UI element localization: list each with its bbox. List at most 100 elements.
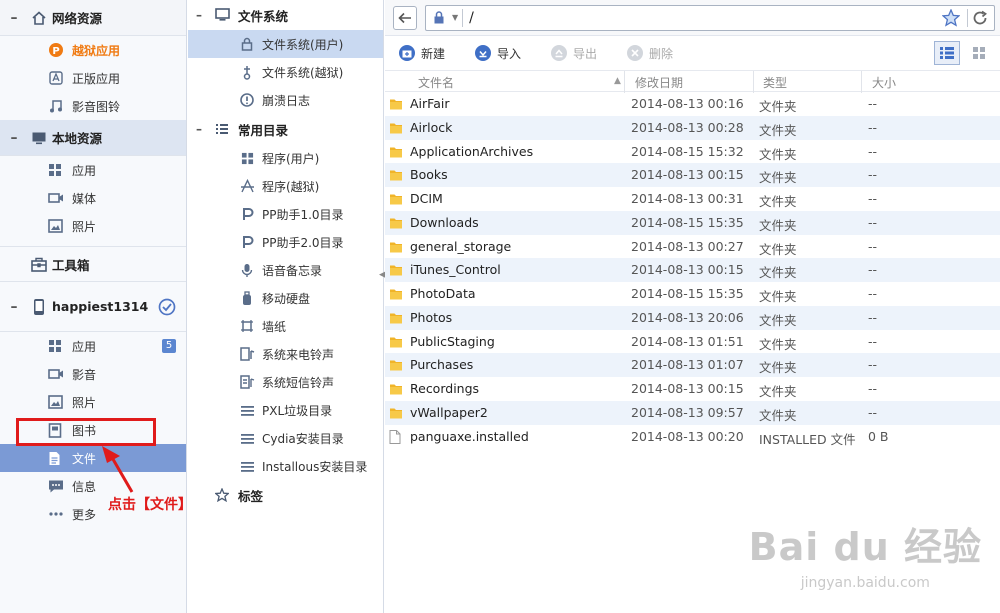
import-icon xyxy=(475,45,492,61)
sidebar-section-local[interactable]: – 本地资源 xyxy=(0,120,186,156)
table-row[interactable]: vWallpaper2 2014-08-13 09:57 文件夹 -- xyxy=(385,400,1000,425)
sidebar-section-label: 网络资源 xyxy=(52,11,103,26)
grid-view-button[interactable] xyxy=(966,41,992,65)
sidebar-item-jailbreak-apps[interactable]: P 越狱应用 xyxy=(0,36,186,64)
table-row[interactable]: AirFair 2014-08-13 00:16 文件夹 -- xyxy=(385,92,1000,116)
new-folder-icon xyxy=(399,45,415,61)
sidebar-item-label: 影音图铃 xyxy=(72,99,121,114)
column-resizer[interactable] xyxy=(753,71,754,93)
table-row[interactable]: PublicStaging 2014-08-13 01:51 文件夹 -- xyxy=(385,330,1000,354)
file-modified-date: 2014-08-15 15:35 xyxy=(631,286,744,301)
table-row[interactable]: iTunes_Control 2014-08-13 00:15 文件夹 -- xyxy=(385,258,1000,282)
sidebar-item-device-photos[interactable]: 照片 xyxy=(0,388,186,416)
tree-item-pp2-dir[interactable]: PP助手2.0目录 xyxy=(188,228,383,256)
tree-section-bookmarks[interactable]: 标签 xyxy=(188,480,383,510)
collapse-icon[interactable]: – xyxy=(0,130,28,146)
sidebar-item-local-apps[interactable]: 应用 xyxy=(0,156,186,184)
tree-item-pxl-trash-dir[interactable]: PXL垃圾目录 xyxy=(188,396,383,424)
tree-item-wallpaper[interactable]: 墙纸 xyxy=(188,312,383,340)
file-size: -- xyxy=(868,96,878,111)
column-header-size[interactable]: 大小 xyxy=(872,74,896,91)
table-row[interactable]: panguaxe.installed 2014-08-13 00:20 INSTAL… xyxy=(385,425,1000,449)
usb-drive-icon xyxy=(238,290,256,306)
table-row[interactable]: Recordings 2014-08-13 00:15 文件夹 -- xyxy=(385,377,1000,401)
tree-item-pp1-dir[interactable]: PP助手1.0目录 xyxy=(188,200,383,228)
bookmark-star-icon[interactable] xyxy=(941,7,961,30)
chat-icon xyxy=(48,479,68,494)
new-button[interactable]: 新建 xyxy=(399,45,445,62)
sidebar-item-label: 应用 xyxy=(72,163,97,178)
video-camera-icon xyxy=(48,367,68,381)
column-header-date[interactable]: 修改日期 xyxy=(635,74,683,91)
sidebar-section-device[interactable]: – happiest1314 xyxy=(0,282,186,332)
star-icon xyxy=(212,488,232,502)
collapse-icon[interactable]: – xyxy=(196,122,210,136)
file-modified-date: 2014-08-13 00:31 xyxy=(631,191,744,206)
file-size: -- xyxy=(868,238,878,254)
file-name: ApplicationArchives xyxy=(410,143,534,159)
import-button[interactable]: 导入 xyxy=(475,45,521,62)
tree-item-user-filesystem[interactable]: 文件系统(用户) xyxy=(188,30,383,58)
tree-item-jailbreak-programs[interactable]: 程序(越狱) xyxy=(188,172,383,200)
file-list: AirFair 2014-08-13 00:16 文件夹 -- Airlock 2014-… xyxy=(385,92,1000,448)
refresh-icon[interactable] xyxy=(971,9,989,30)
column-resizer[interactable] xyxy=(624,71,625,93)
table-row[interactable]: Books 2014-08-13 00:15 文件夹 -- xyxy=(385,163,1000,187)
tree-item-voice-memos[interactable]: 语音备忘录 xyxy=(188,256,383,284)
file-size: -- xyxy=(868,143,878,159)
folder-icon xyxy=(389,145,403,162)
annotation-arrow-icon xyxy=(102,446,134,493)
file-size: -- xyxy=(868,381,878,396)
sidebar-item-device-apps[interactable]: 应用 5 xyxy=(0,332,186,360)
tree-item-user-programs[interactable]: 程序(用户) xyxy=(188,144,383,172)
table-row[interactable]: general_storage 2014-08-13 00:27 文件夹 -- xyxy=(385,235,1000,259)
tree-item-sms-ringtones[interactable]: 系统短信铃声 xyxy=(188,368,383,396)
file-modified-date: 2014-08-13 09:57 xyxy=(631,404,744,420)
list-icon xyxy=(212,123,232,135)
document-icon xyxy=(48,451,68,466)
folder-icon xyxy=(389,335,403,352)
collapse-icon[interactable]: – xyxy=(196,8,210,22)
sidebar-item-local-media[interactable]: 媒体 xyxy=(0,184,186,212)
svg-text:P: P xyxy=(52,46,59,57)
collapse-icon[interactable]: – xyxy=(0,10,28,26)
table-row[interactable]: Photos 2014-08-13 20:06 文件夹 -- xyxy=(385,305,1000,330)
sidebar-section-network[interactable]: – 网络资源 xyxy=(0,0,186,36)
sidebar-item-media-ringtones[interactable]: 影音图铃 xyxy=(0,92,186,120)
tree-item-installous-dir[interactable]: Installous安装目录 xyxy=(188,452,383,480)
path-field[interactable]: ▼ / xyxy=(425,4,995,31)
table-row[interactable]: Airlock 2014-08-13 00:28 文件夹 -- xyxy=(385,115,1000,140)
sidebar-item-label: 更多 xyxy=(72,507,97,522)
back-button[interactable] xyxy=(393,5,417,30)
file-type: 文件夹 xyxy=(759,194,797,209)
table-row[interactable]: Downloads 2014-08-15 15:35 文件夹 -- xyxy=(385,210,1000,235)
sidebar-item-device-media[interactable]: 影音 xyxy=(0,360,186,388)
tree-section-filesystem[interactable]: – 文件系统 xyxy=(188,0,383,30)
tree-item-call-ringtones[interactable]: 系统来电铃声 xyxy=(188,340,383,368)
sms-ringtone-icon xyxy=(238,375,256,389)
column-header-name[interactable]: 文件名 xyxy=(418,74,454,91)
tree-item-jailbreak-filesystem[interactable]: 文件系统(越狱) xyxy=(188,58,383,86)
export-button[interactable]: 导出 xyxy=(551,45,597,62)
tree-item-crash-logs[interactable]: 崩溃日志 xyxy=(188,86,383,114)
file-type: 文件夹 xyxy=(759,336,797,352)
sidebar-section-toolbox[interactable]: 工具箱 xyxy=(0,246,186,282)
tree-section-common[interactable]: – 常用目录 xyxy=(188,114,383,144)
column-header-type[interactable]: 类型 xyxy=(763,74,787,91)
table-row[interactable]: ApplicationArchives 2014-08-15 15:32 文件夹 -- xyxy=(385,140,1000,164)
chevron-down-icon[interactable]: ▼ xyxy=(452,13,458,22)
sidebar-item-local-photos[interactable]: 照片 xyxy=(0,212,186,240)
table-row[interactable]: Purchases 2014-08-13 01:07 文件夹 -- xyxy=(385,353,1000,377)
tree-item-usb-drive[interactable]: 移动硬盘 xyxy=(188,284,383,312)
delete-button[interactable]: 删除 xyxy=(627,45,673,62)
ringtone-icon xyxy=(238,347,256,361)
list-view-button[interactable] xyxy=(934,41,960,65)
tree-item-cydia-install-dir[interactable]: Cydia安装目录 xyxy=(188,424,383,452)
sidebar-item-official-apps[interactable]: 正版应用 xyxy=(0,64,186,92)
tree-item-label: 程序(越狱) xyxy=(262,179,320,194)
table-row[interactable]: PhotoData 2014-08-15 15:35 文件夹 -- xyxy=(385,282,1000,306)
list-icon xyxy=(238,461,256,472)
column-resizer[interactable] xyxy=(861,71,862,93)
collapse-icon[interactable]: – xyxy=(0,299,28,315)
table-row[interactable]: DCIM 2014-08-13 00:31 文件夹 -- xyxy=(385,187,1000,211)
